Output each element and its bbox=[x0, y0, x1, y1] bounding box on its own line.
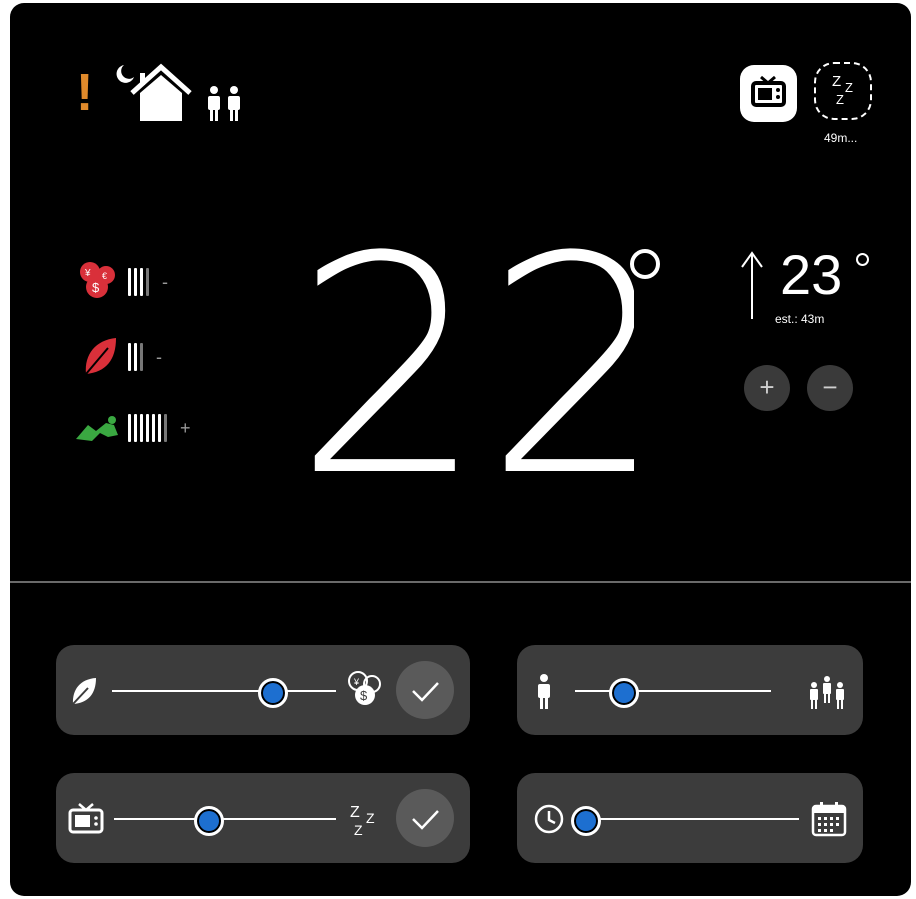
sleep-mode-button[interactable]: Z Z Z bbox=[814, 62, 872, 120]
bar bbox=[128, 268, 131, 296]
svg-text:Z: Z bbox=[836, 92, 844, 107]
sleep-timer-label: 49m... bbox=[824, 131, 858, 145]
thermostat-screen: ! Z Z Z 49m... ¥ € $ - - + 22 23 est.: 4… bbox=[10, 3, 911, 896]
svg-text:€: € bbox=[102, 271, 107, 281]
leaf-icon bbox=[85, 338, 116, 375]
comfort-level-bars: + bbox=[128, 414, 191, 442]
schedule-panel bbox=[517, 773, 863, 863]
svg-text:¥: ¥ bbox=[353, 677, 360, 687]
svg-text:Z: Z bbox=[832, 73, 841, 90]
occupancy-panel bbox=[517, 645, 863, 735]
target-temperature: 23 bbox=[780, 243, 843, 306]
bar bbox=[134, 268, 137, 296]
cost-sign: - bbox=[162, 271, 168, 292]
zzz-icon: Z Z Z bbox=[832, 73, 853, 107]
bar bbox=[152, 414, 155, 442]
current-temp-text: 22 bbox=[294, 241, 634, 481]
tv-icon bbox=[751, 75, 786, 107]
checkmark-icon bbox=[412, 682, 439, 702]
increase-temp-button[interactable]: + bbox=[744, 365, 790, 411]
coins-icon: ¥ € $ bbox=[80, 262, 115, 298]
estimate-label: est.: 43m bbox=[775, 312, 825, 326]
svg-text:$: $ bbox=[92, 280, 100, 295]
arrow-up-icon bbox=[741, 251, 763, 319]
bar bbox=[146, 268, 149, 296]
tv-icon bbox=[68, 803, 104, 834]
bar bbox=[128, 343, 131, 371]
schedule-slider-knob[interactable] bbox=[571, 806, 602, 836]
checkmark-icon bbox=[412, 810, 439, 830]
comfort-sign: + bbox=[180, 417, 191, 438]
svg-text:¥: ¥ bbox=[84, 268, 91, 279]
leaf-outline-icon bbox=[72, 678, 96, 705]
clock-icon bbox=[534, 804, 564, 834]
confirm-tv-sleep-button[interactable] bbox=[396, 789, 454, 847]
tv-mode-button[interactable] bbox=[740, 65, 797, 122]
eco-cost-track bbox=[112, 690, 336, 692]
current-degree-symbol bbox=[630, 249, 660, 279]
divider bbox=[10, 581, 911, 583]
single-person-icon bbox=[538, 674, 550, 709]
bar bbox=[140, 414, 143, 442]
bar bbox=[158, 414, 161, 442]
svg-text:Z: Z bbox=[845, 80, 853, 95]
tv-sleep-track bbox=[114, 818, 336, 820]
eco-level-bars: - bbox=[128, 343, 162, 371]
eco-cost-slider-knob[interactable] bbox=[258, 678, 289, 708]
confirm-eco-cost-button[interactable] bbox=[396, 661, 454, 719]
bar bbox=[134, 343, 137, 371]
bar bbox=[164, 414, 167, 442]
schedule-track bbox=[575, 818, 799, 820]
cost-level-bars: - bbox=[128, 268, 168, 296]
lounge-icon bbox=[76, 416, 118, 441]
zzz-icon: Z Z Z bbox=[350, 804, 375, 838]
occupancy-track bbox=[575, 690, 771, 692]
target-degree-symbol bbox=[856, 253, 869, 266]
group-people-icon bbox=[810, 676, 844, 709]
svg-text:Z: Z bbox=[366, 810, 375, 826]
bar bbox=[128, 414, 131, 442]
decrease-temp-button[interactable]: − bbox=[807, 365, 853, 411]
alert-indicator[interactable]: ! bbox=[76, 65, 93, 121]
two-people-icon[interactable] bbox=[202, 85, 248, 123]
svg-text:Z: Z bbox=[350, 804, 360, 821]
occupancy-slider-knob[interactable] bbox=[609, 678, 639, 708]
bar bbox=[146, 414, 149, 442]
svg-text:Z: Z bbox=[354, 822, 363, 838]
bar bbox=[140, 268, 143, 296]
eco-sign: - bbox=[156, 346, 162, 367]
current-temperature: 22 bbox=[294, 241, 634, 481]
tv-sleep-panel: Z Z Z bbox=[56, 773, 470, 863]
tv-sleep-slider-knob[interactable] bbox=[194, 806, 225, 836]
bar bbox=[140, 343, 143, 371]
svg-text:$: $ bbox=[360, 688, 368, 703]
coins-icon: $ ¥ bbox=[348, 671, 381, 705]
house-icon[interactable] bbox=[128, 63, 194, 123]
eco-cost-panel: $ ¥ bbox=[56, 645, 470, 735]
calendar-icon bbox=[811, 802, 847, 837]
bar bbox=[134, 414, 137, 442]
